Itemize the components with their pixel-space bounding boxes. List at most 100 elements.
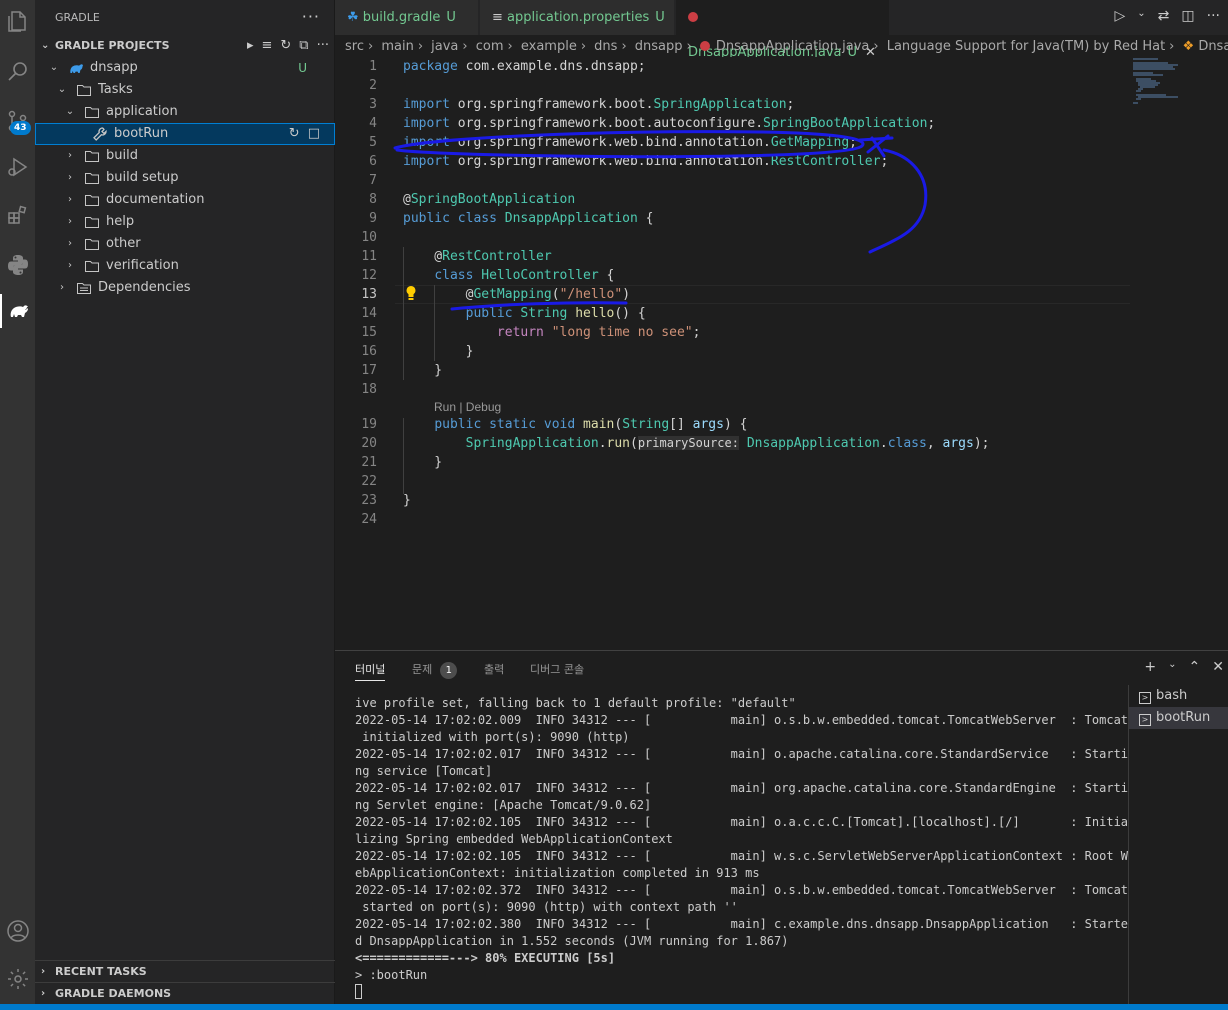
tree-item-build-setup[interactable]: › build setup	[35, 167, 335, 189]
gradle-projects-section[interactable]: ⌄ GRADLE PROJECTS ▸ ≡ ↻ ⧉ ···	[35, 35, 335, 57]
split-editor-icon[interactable]: ◫	[1181, 8, 1194, 24]
more-actions-icon[interactable]: ···	[302, 7, 320, 26]
code-line: }	[403, 344, 474, 359]
minimap[interactable]	[1128, 57, 1228, 117]
stop-icon[interactable]: □	[308, 123, 320, 145]
code-line: }	[403, 363, 443, 378]
folder-icon	[77, 85, 91, 96]
run-debug-codelens[interactable]: Run | Debug	[434, 400, 501, 415]
gradle-elephant-icon: ☘	[347, 10, 359, 25]
chevron-right-icon: ›	[68, 216, 72, 227]
terminal-item-bootrun[interactable]: > bootRun	[1129, 707, 1228, 729]
code-line: import org.springframework.web.bind.anno…	[403, 135, 857, 150]
lightbulb-icon[interactable]	[405, 285, 417, 301]
close-panel-icon[interactable]: ✕	[1212, 659, 1224, 675]
rerun-icon[interactable]: ↻	[289, 123, 300, 145]
tab-terminal[interactable]: 터미널	[355, 661, 386, 681]
add-terminal-icon[interactable]: +	[1144, 659, 1156, 675]
bottom-panel: 터미널 문제 1 출력 디버그 콘솔 + ⌄ ⌃ ✕ ive profile se…	[335, 650, 1228, 1005]
status-bar	[0, 1004, 1228, 1010]
tree-label: verification	[106, 258, 179, 273]
tree-item-other[interactable]: › other	[35, 233, 335, 255]
tree-item-dnsapp[interactable]: ⌄ dnsapp U	[35, 57, 335, 79]
chevron-right-icon: ›	[68, 238, 72, 249]
terminal-prompt-line: > :bootRun	[355, 968, 428, 982]
extensions-icon[interactable]	[0, 198, 35, 232]
more-icon[interactable]: ···	[317, 35, 329, 57]
line-number: 20	[361, 436, 377, 451]
tree-item-tasks[interactable]: ⌄ Tasks	[35, 79, 335, 101]
terminal-output[interactable]: ive profile set, falling back to 1 defau…	[355, 695, 1129, 1001]
tree-item-dependencies[interactable]: › Dependencies	[35, 277, 335, 299]
explorer-icon[interactable]	[0, 4, 35, 38]
collapse-all-icon[interactable]: ⧉	[299, 35, 308, 57]
library-icon	[77, 283, 91, 294]
tree-label: build setup	[106, 170, 179, 185]
gradle-daemons-section[interactable]: › GRADLE DAEMONS	[35, 982, 335, 1004]
terminal-name: bash	[1156, 688, 1188, 703]
tab-application-properties[interactable]: ≡ application.properties U	[480, 0, 675, 35]
line-number: 18	[361, 382, 377, 397]
breadcrumb-item[interactable]: DnsappApplication.java	[716, 39, 870, 54]
scm-badge: 43	[10, 121, 31, 135]
tree-item-build[interactable]: › build	[35, 145, 335, 167]
tree-item-help[interactable]: › help	[35, 211, 335, 233]
line-number: 10	[361, 230, 377, 245]
terminal-line: started on port(s): 9090 (http) with con…	[355, 900, 738, 914]
breadcrumb-item[interactable]: src	[345, 39, 364, 54]
breadcrumb-item[interactable]: dns	[594, 39, 617, 54]
code-editor[interactable]: 1 2 3 4 5 6 7 8 9 10 11 12 13 14 15 16 1…	[335, 57, 1228, 650]
python-icon[interactable]	[0, 248, 35, 282]
section-toolbar: ▸ ≡ ↻ ⧉ ···	[247, 35, 329, 57]
breadcrumb-item[interactable]: dnsapp	[635, 39, 683, 54]
line-number: 5	[369, 135, 377, 150]
tab-output[interactable]: 출력	[484, 661, 504, 681]
terminal-item-bash[interactable]: > bash	[1129, 685, 1228, 707]
breadcrumb-item[interactable]: DnsappApplication	[1198, 39, 1228, 54]
breadcrumb-item[interactable]: Language Support for Java(TM) by Red Hat	[887, 39, 1165, 54]
code-line: import org.springframework.web.bind.anno…	[403, 154, 889, 169]
refresh-icon[interactable]: ↻	[280, 35, 291, 57]
tab-dnsapp-application-java[interactable]: DnsappApplication.java U ✕	[676, 0, 890, 60]
code-line: import org.springframework.boot.SpringAp…	[403, 97, 795, 112]
tree-label: application	[106, 104, 178, 119]
chevron-down-icon[interactable]: ⌄	[1168, 659, 1176, 675]
tab-debug-console[interactable]: 디버그 콘솔	[530, 661, 584, 681]
tree-item-verification[interactable]: › verification	[35, 255, 335, 277]
breadcrumb-item[interactable]: com	[476, 39, 504, 54]
code-line: class HelloController {	[434, 268, 615, 283]
tab-problems[interactable]: 문제 1	[412, 661, 458, 681]
sidebar-header: GRADLE	[55, 11, 100, 24]
settings-gear-icon[interactable]	[0, 962, 35, 996]
maximize-panel-icon[interactable]: ⌃	[1189, 659, 1201, 675]
tree-item-documentation[interactable]: › documentation	[35, 189, 335, 211]
account-icon[interactable]	[0, 914, 35, 948]
tree-item-application[interactable]: ⌄ application	[35, 101, 335, 123]
code-line: package com.example.dns.dnsapp;	[403, 59, 646, 74]
line-number: 2	[369, 78, 377, 93]
chevron-right-icon: ›	[68, 260, 72, 271]
breadcrumb-item[interactable]: java	[431, 39, 458, 54]
recent-tasks-section[interactable]: › RECENT TASKS	[35, 960, 335, 982]
line-number: 9	[369, 211, 377, 226]
terminal-icon[interactable]: ▸	[247, 35, 254, 57]
compare-changes-icon[interactable]: ⇄	[1158, 8, 1170, 24]
terminal-line: 2022-05-14 17:02:02.380 INFO 34312 --- […	[355, 917, 1129, 931]
folder-icon	[85, 173, 99, 184]
breadcrumb-item[interactable]: example	[521, 39, 577, 54]
more-actions-icon[interactable]: ···	[1207, 8, 1220, 24]
chevron-down-icon[interactable]: ⌄	[1137, 8, 1145, 24]
run-icon[interactable]: ▷	[1115, 8, 1126, 24]
problems-count-badge: 1	[440, 662, 458, 679]
tab-build-gradle[interactable]: ☘ build.gradle U	[335, 0, 479, 35]
gradle-elephant-icon[interactable]	[0, 294, 35, 328]
search-icon[interactable]	[0, 54, 35, 88]
run-debug-icon[interactable]	[0, 150, 35, 184]
chevron-right-icon: ›	[41, 966, 46, 977]
line-number: 22	[361, 474, 377, 489]
chevron-right-icon: ›	[68, 150, 72, 161]
list-icon[interactable]: ≡	[261, 35, 272, 57]
breadcrumb-item[interactable]: main	[381, 39, 413, 54]
tree-item-bootrun[interactable]: bootRun ↻ □	[35, 123, 335, 145]
chevron-down-icon: ⌄	[41, 40, 50, 51]
